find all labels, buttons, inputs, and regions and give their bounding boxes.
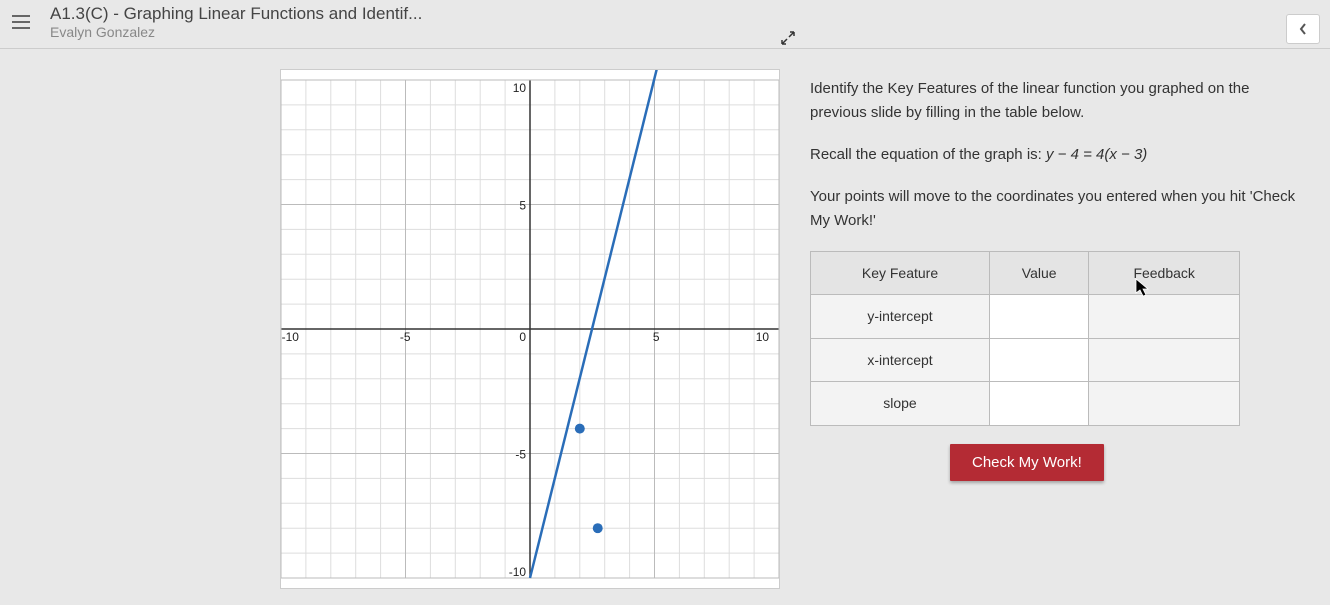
- value-x-intercept[interactable]: [989, 338, 1088, 381]
- svg-text:5: 5: [653, 330, 660, 344]
- col-feedback: Feedback: [1089, 252, 1240, 295]
- expand-icon[interactable]: [780, 30, 796, 49]
- svg-text:-10: -10: [282, 330, 300, 344]
- value-y-intercept[interactable]: [989, 295, 1088, 338]
- graph-point-1[interactable]: [575, 424, 585, 434]
- instruction-text-3: Your points will move to the coordinates…: [810, 185, 1310, 233]
- feedback-x-intercept: [1089, 338, 1240, 381]
- feedback-slope: [1089, 382, 1240, 425]
- features-table: Key Feature Value Feedback y-intercept x…: [810, 251, 1240, 426]
- svg-text:10: 10: [756, 330, 770, 344]
- main-content: 10 5 0 -5 -10 -10 -5 5 10 Identify the K…: [0, 49, 1330, 599]
- instruction-text-2: Recall the equation of the graph is: y −…: [810, 143, 1310, 167]
- svg-text:5: 5: [519, 198, 526, 212]
- graph-point-2[interactable]: [593, 523, 603, 533]
- page-title: A1.3(C) - Graphing Linear Functions and …: [50, 4, 1318, 24]
- svg-text:10: 10: [513, 81, 527, 95]
- hamburger-menu-icon[interactable]: [12, 10, 36, 34]
- svg-text:-5: -5: [515, 447, 526, 461]
- table-row: slope: [811, 382, 1240, 425]
- graph-panel[interactable]: 10 5 0 -5 -10 -10 -5 5 10: [280, 69, 780, 589]
- check-my-work-button[interactable]: Check My Work!: [950, 444, 1104, 481]
- table-row: y-intercept: [811, 295, 1240, 338]
- collapse-button[interactable]: [1286, 14, 1320, 44]
- value-slope[interactable]: [989, 382, 1088, 425]
- svg-text:-10: -10: [509, 565, 527, 579]
- student-name: Evalyn Gonzalez: [50, 24, 1318, 40]
- graph-line: [530, 70, 666, 578]
- col-feature: Key Feature: [811, 252, 990, 295]
- svg-text:-5: -5: [400, 330, 411, 344]
- instruction-text-1: Identify the Key Features of the linear …: [810, 77, 1310, 125]
- feature-x-intercept: x-intercept: [811, 338, 990, 381]
- coordinate-grid[interactable]: 10 5 0 -5 -10 -10 -5 5 10: [281, 70, 779, 588]
- table-row: x-intercept: [811, 338, 1240, 381]
- feedback-y-intercept: [1089, 295, 1240, 338]
- title-area: A1.3(C) - Graphing Linear Functions and …: [50, 4, 1318, 40]
- col-value: Value: [989, 252, 1088, 295]
- feature-slope: slope: [811, 382, 990, 425]
- instructions-panel: Identify the Key Features of the linear …: [810, 69, 1310, 589]
- equation-text: y − 4 = 4(x − 3): [1046, 146, 1147, 163]
- app-header: A1.3(C) - Graphing Linear Functions and …: [0, 0, 1330, 49]
- svg-text:0: 0: [519, 330, 526, 344]
- feature-y-intercept: y-intercept: [811, 295, 990, 338]
